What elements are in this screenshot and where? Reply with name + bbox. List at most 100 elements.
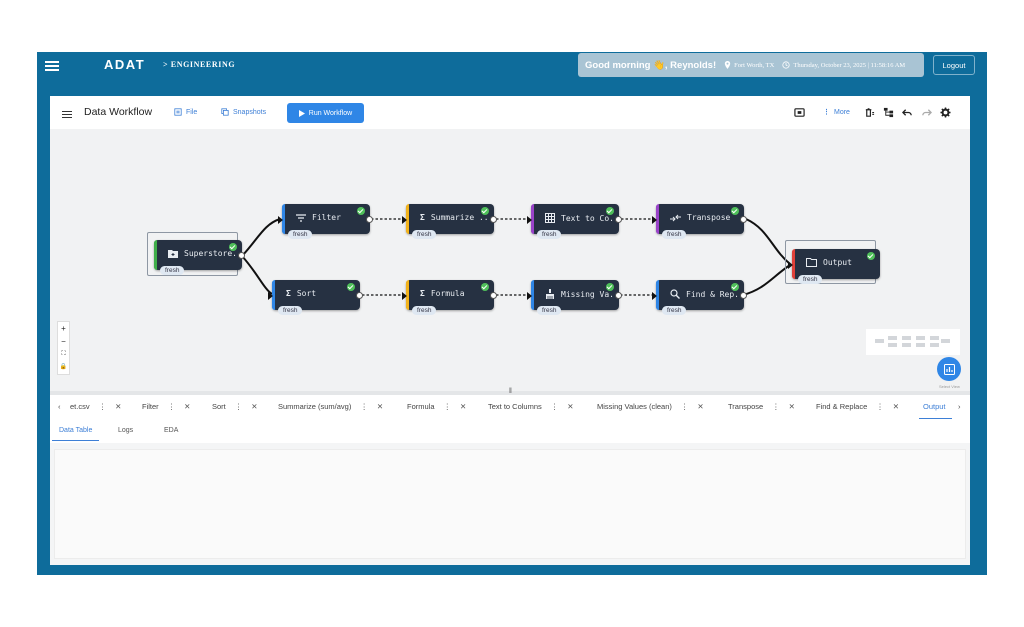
node-filter[interactable]: Filter fresh: [278, 204, 373, 239]
node-missing-values[interactable]: Missing Va... fresh: [527, 280, 624, 315]
tabs-scroll-left-icon[interactable]: ‹: [58, 402, 61, 411]
status-badge: fresh: [160, 266, 185, 275]
tab-close-icon[interactable]: ✕: [377, 402, 383, 411]
node-formula[interactable]: Σ Formula fresh: [402, 280, 497, 315]
node-text-to-columns[interactable]: Text to Co... fresh: [527, 204, 624, 239]
node-sort[interactable]: Σ Sort fresh: [268, 280, 363, 315]
tab-more-icon[interactable]: ⋮: [681, 402, 689, 411]
minimap[interactable]: [866, 329, 960, 355]
workflow-canvas[interactable]: Superstore... fresh Filter fresh Σ Summa…: [50, 129, 970, 391]
tab-label: Text to Columns: [488, 402, 542, 411]
lock-button[interactable]: 🔒: [58, 361, 69, 374]
node-tabs: ‹ et.csv ⋮ ✕ Filter ⋮ ✕ Sort ⋮ ✕ Summarize (su…: [50, 395, 970, 420]
tab-sort[interactable]: Sort ⋮ ✕: [212, 402, 258, 411]
node-accent: [154, 240, 157, 270]
greeting-text: Good morning 👋, Reynolds!: [585, 59, 717, 71]
tab-more-icon[interactable]: ⋮: [772, 402, 780, 411]
redo-icon[interactable]: [921, 107, 932, 118]
more-button[interactable]: ⋮ More: [823, 108, 850, 117]
subtab-eda[interactable]: EDA: [164, 427, 178, 434]
zoom-in-button[interactable]: +: [58, 322, 69, 335]
tab-more-icon[interactable]: ⋮: [444, 402, 452, 411]
tab-summarize[interactable]: Summarize (sum/avg) ⋮ ✕: [278, 402, 383, 411]
status-badge: fresh: [662, 306, 687, 315]
tab-find-replace[interactable]: Find & Replace ⋮ ✕: [816, 402, 899, 411]
tab-close-icon[interactable]: ✕: [893, 402, 899, 411]
file-button[interactable]: File: [174, 108, 197, 116]
folder-add-icon: [168, 250, 178, 258]
input-port[interactable]: [527, 292, 532, 300]
tab-missing-values[interactable]: Missing Values (clean) ⋮ ✕: [597, 402, 704, 411]
node-output[interactable]: Output fresh: [788, 249, 880, 284]
tab-more-icon[interactable]: ⋮: [876, 402, 884, 411]
undo-icon[interactable]: [902, 107, 913, 118]
fit-view-button[interactable]: ⛶: [58, 348, 69, 361]
output-port[interactable]: [490, 216, 497, 223]
output-port[interactable]: [740, 292, 747, 299]
zoom-out-button[interactable]: −: [58, 335, 69, 348]
input-port[interactable]: [402, 216, 407, 224]
data-table-area[interactable]: [54, 449, 966, 559]
tab-filter[interactable]: Filter ⋮ ✕: [142, 402, 190, 411]
output-port[interactable]: [366, 216, 373, 223]
tab-transpose[interactable]: Transpose ⋮ ✕: [728, 402, 795, 411]
node-find-replace[interactable]: Find & Rep... fresh: [652, 280, 749, 315]
tab-close-icon[interactable]: ✕: [115, 402, 121, 411]
tab-label: Transpose: [728, 402, 764, 411]
node-label: Sort: [296, 289, 317, 298]
tab-more-icon[interactable]: ⋮: [235, 402, 243, 411]
gear-icon[interactable]: [940, 107, 951, 118]
copy-icon: [221, 108, 229, 116]
snapshots-button[interactable]: Snapshots: [221, 108, 266, 116]
tab-close-icon[interactable]: ✕: [184, 402, 190, 411]
output-port[interactable]: [740, 216, 747, 223]
tab-et-csv[interactable]: et.csv ⋮ ✕: [70, 402, 121, 411]
input-port[interactable]: [268, 292, 273, 300]
tab-output[interactable]: Output: [919, 402, 951, 419]
input-port[interactable]: [527, 216, 532, 224]
tab-close-icon[interactable]: ✕: [697, 402, 703, 411]
tab-close-icon[interactable]: ✕: [789, 402, 795, 411]
tab-more-icon[interactable]: ⋮: [360, 402, 368, 411]
preview-icon[interactable]: [794, 107, 805, 118]
file-icon: [174, 108, 182, 116]
tab-more-icon[interactable]: ⋮: [168, 402, 176, 411]
tab-close-icon[interactable]: ✕: [460, 402, 466, 411]
tab-formula[interactable]: Formula ⋮ ✕: [407, 402, 466, 411]
folder-icon: [806, 258, 817, 267]
panel-menu-icon[interactable]: [62, 109, 72, 120]
hierarchy-icon[interactable]: [883, 107, 894, 118]
logout-button[interactable]: Logout: [933, 55, 975, 75]
tab-more-icon[interactable]: ⋮: [99, 402, 107, 411]
output-port[interactable]: [615, 216, 622, 223]
subtab-data-table[interactable]: Data Table: [51, 427, 100, 441]
menu-icon[interactable]: [45, 59, 59, 73]
node-source[interactable]: Superstore... fresh: [154, 240, 247, 275]
output-port[interactable]: [356, 292, 363, 299]
tab-text-to-columns[interactable]: Text to Columns ⋮ ✕: [488, 402, 574, 411]
output-port[interactable]: [238, 252, 245, 259]
tabs-scroll-right-icon[interactable]: ›: [958, 402, 961, 411]
drag-handle-icon[interactable]: ǁ: [509, 388, 512, 395]
output-port[interactable]: [490, 292, 497, 299]
breadcrumb[interactable]: > ENGINEERING: [163, 60, 235, 69]
run-workflow-button[interactable]: Run Workflow: [287, 103, 364, 123]
output-port[interactable]: [615, 292, 622, 299]
select-view-button[interactable]: [937, 357, 961, 381]
tab-close-icon[interactable]: ✕: [567, 402, 573, 411]
input-port[interactable]: [788, 261, 793, 269]
node-summarize[interactable]: Σ Summarize ... fresh: [402, 204, 497, 239]
input-port[interactable]: [402, 292, 407, 300]
tab-close-icon[interactable]: ✕: [251, 402, 257, 411]
filter-icon: [296, 213, 306, 222]
top-bar: ADAT > ENGINEERING Good morning 👋, Reyno…: [37, 52, 987, 80]
subtab-logs[interactable]: Logs: [118, 427, 133, 434]
node-transpose[interactable]: Transpose fresh: [652, 204, 747, 239]
tab-label: Sort: [212, 402, 226, 411]
delete-icon[interactable]: [864, 107, 875, 118]
input-port[interactable]: [278, 216, 283, 224]
input-port[interactable]: [652, 292, 657, 300]
tab-more-icon[interactable]: ⋮: [551, 402, 559, 411]
location-pin-icon: [724, 61, 731, 69]
input-port[interactable]: [652, 216, 657, 224]
